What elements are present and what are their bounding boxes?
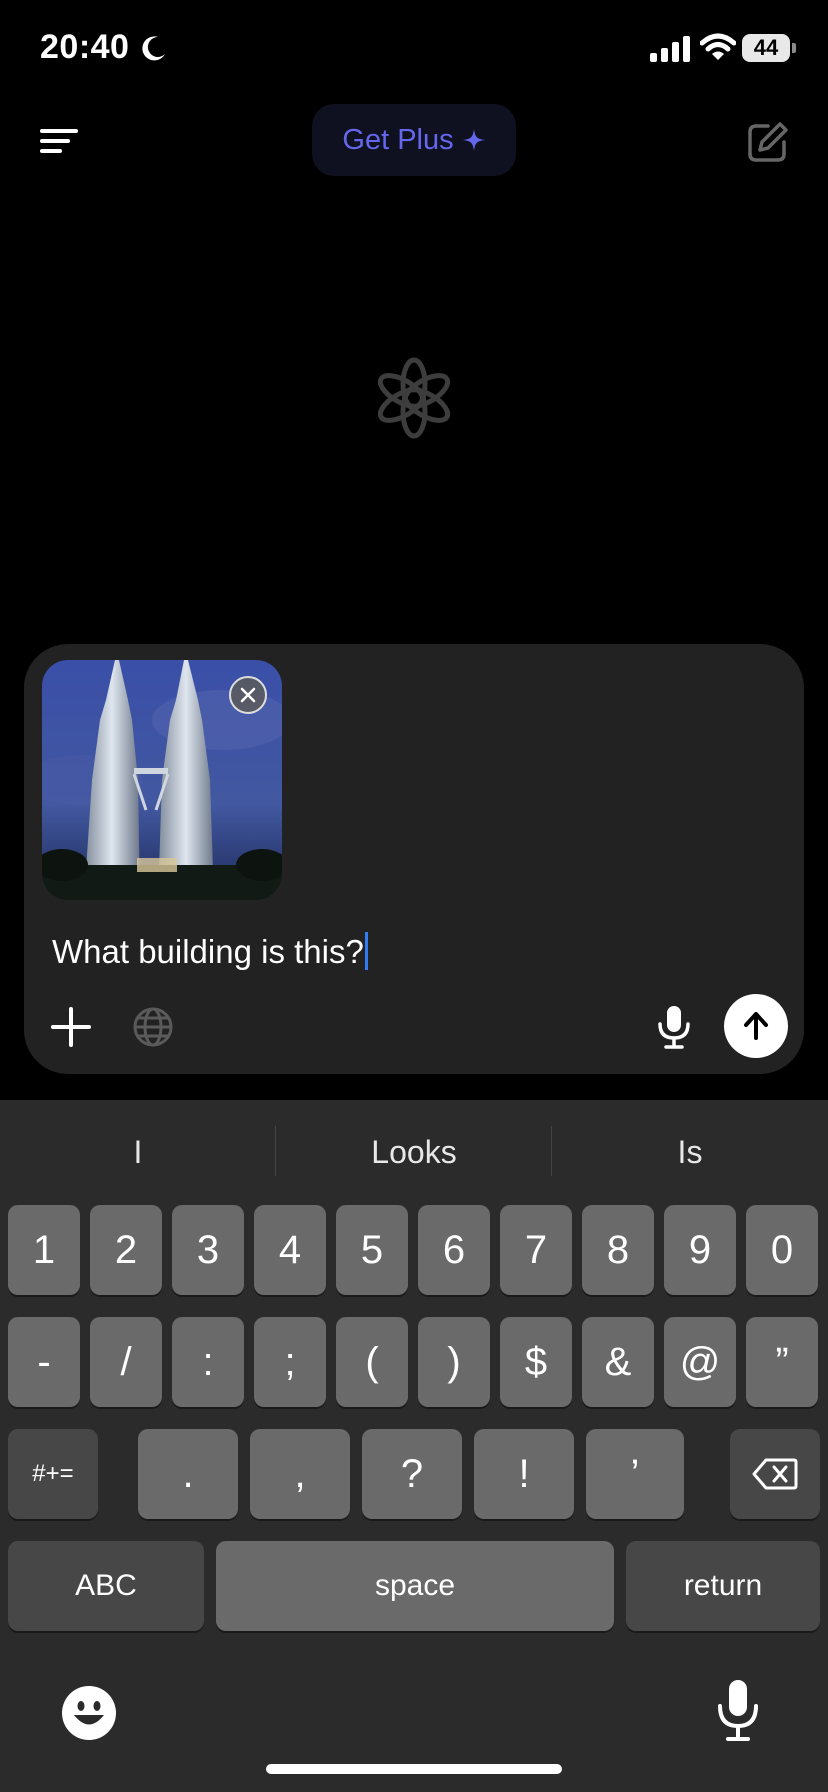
status-time: 20:40: [40, 28, 130, 66]
key-2[interactable]: 2: [90, 1205, 162, 1295]
key-backspace[interactable]: [730, 1429, 820, 1519]
wifi-icon: [700, 33, 736, 60]
key-hyphen[interactable]: -: [8, 1317, 80, 1407]
key-close-paren[interactable]: ): [418, 1317, 490, 1407]
close-icon: [240, 687, 256, 703]
key-3[interactable]: 3: [172, 1205, 244, 1295]
key-semicolon[interactable]: ;: [254, 1317, 326, 1407]
message-input-text: What building is this?: [52, 933, 364, 970]
key-7[interactable]: 7: [500, 1205, 572, 1295]
compose-icon[interactable]: [746, 120, 790, 164]
globe-icon[interactable]: [132, 1006, 174, 1048]
dictation-icon[interactable]: [716, 1678, 760, 1742]
text-caret: [364, 932, 368, 970]
key-dollar[interactable]: $: [500, 1317, 572, 1407]
key-return[interactable]: return: [626, 1541, 820, 1631]
key-abc[interactable]: ABC: [8, 1541, 204, 1631]
key-period[interactable]: .: [138, 1429, 238, 1519]
moon-icon: [142, 36, 165, 61]
key-5[interactable]: 5: [336, 1205, 408, 1295]
suggestion-1[interactable]: I: [0, 1128, 276, 1176]
get-plus-button[interactable]: Get Plus: [312, 104, 516, 176]
key-open-paren[interactable]: (: [336, 1317, 408, 1407]
remove-attachment-button[interactable]: [229, 676, 267, 714]
key-slash[interactable]: /: [90, 1317, 162, 1407]
key-1[interactable]: 1: [8, 1205, 80, 1295]
key-question[interactable]: ?: [362, 1429, 462, 1519]
key-8[interactable]: 8: [582, 1205, 654, 1295]
key-apostrophe[interactable]: ’: [586, 1429, 684, 1519]
key-0[interactable]: 0: [746, 1205, 818, 1295]
key-6[interactable]: 6: [418, 1205, 490, 1295]
menu-icon[interactable]: [40, 126, 82, 156]
suggestion-2[interactable]: Looks: [276, 1128, 552, 1176]
emoji-icon[interactable]: [60, 1684, 118, 1742]
key-more-symbols[interactable]: #+=: [8, 1429, 98, 1519]
key-quote[interactable]: ”: [746, 1317, 818, 1407]
sparkle-icon: [462, 129, 485, 151]
get-plus-label: Get Plus: [342, 123, 454, 156]
backspace-icon: [752, 1458, 798, 1490]
openai-logo-icon: [377, 357, 451, 439]
battery-nub: [792, 43, 796, 53]
key-ampersand[interactable]: &: [582, 1317, 654, 1407]
signal-icon: [650, 36, 690, 62]
key-4[interactable]: 4: [254, 1205, 326, 1295]
key-colon[interactable]: :: [172, 1317, 244, 1407]
send-button[interactable]: [724, 994, 788, 1058]
key-comma[interactable]: ,: [250, 1429, 350, 1519]
key-space[interactable]: space: [216, 1541, 614, 1631]
arrow-up-icon: [744, 1012, 768, 1040]
home-indicator[interactable]: [266, 1764, 562, 1774]
suggestion-3[interactable]: Is: [552, 1128, 828, 1176]
message-input[interactable]: What building is this?: [52, 932, 368, 971]
plus-icon[interactable]: [50, 1006, 92, 1048]
battery-icon: 44: [742, 34, 790, 62]
key-9[interactable]: 9: [664, 1205, 736, 1295]
key-exclamation[interactable]: !: [474, 1429, 574, 1519]
microphone-icon[interactable]: [656, 1004, 692, 1050]
key-at[interactable]: @: [664, 1317, 736, 1407]
